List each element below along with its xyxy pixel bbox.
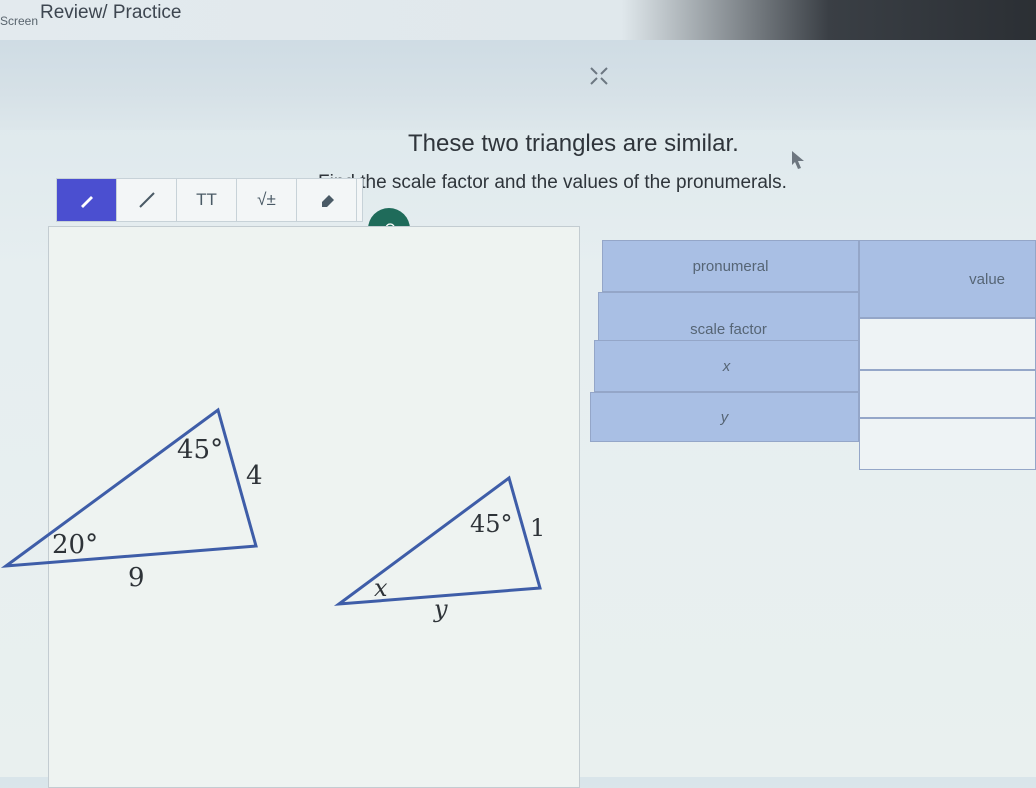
table-header-value: value [859,240,1036,318]
small-angle-x: x [374,574,388,602]
x-value-input[interactable] [859,370,1036,418]
large-side-right: 4 [246,461,263,491]
table-row-y-label: y [590,392,859,442]
large-angle-left: 20° [52,530,99,560]
small-side-right: 1 [530,514,546,542]
large-side-bottom: 9 [128,563,145,593]
small-angle-top: 45° [470,510,513,538]
small-side-bottom: y [434,595,448,623]
answer-table: pronumeral value scale factor x y [590,240,1036,470]
scale-factor-input[interactable] [859,318,1036,370]
table-header-pronumeral: pronumeral [602,240,859,292]
large-angle-top: 45° [177,435,224,465]
table-row-x-label: x [594,340,859,392]
y-value-input[interactable] [859,418,1036,470]
